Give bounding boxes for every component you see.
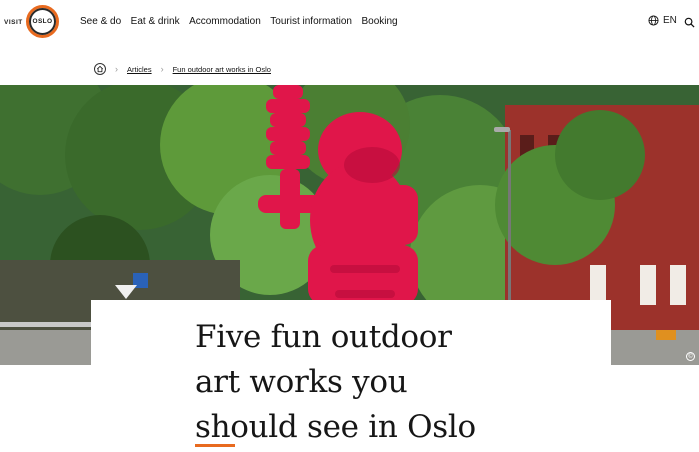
breadcrumb-separator-icon: › bbox=[160, 64, 164, 74]
title-accent-underline bbox=[195, 444, 235, 447]
breadcrumb-separator-icon: › bbox=[115, 64, 118, 74]
article-title-card: Five fun outdoor art works you should se… bbox=[91, 300, 611, 452]
copyright-icon[interactable]: © bbox=[686, 352, 695, 361]
title-line-2: art works you bbox=[195, 364, 408, 400]
home-icon bbox=[96, 65, 104, 73]
title-line-3: should see in Oslo bbox=[195, 409, 476, 445]
breadcrumb-home[interactable] bbox=[94, 63, 106, 75]
nav-accommodation[interactable]: Accommodation bbox=[189, 16, 261, 27]
nav-eat-drink[interactable]: Eat & drink bbox=[131, 16, 180, 27]
nav-tourist-information[interactable]: Tourist information bbox=[270, 16, 352, 27]
visit-oslo-logo[interactable]: VISIT OSLO bbox=[4, 5, 64, 41]
nav-booking[interactable]: Booking bbox=[361, 16, 397, 27]
logo-visit-text: VISIT bbox=[4, 19, 23, 26]
site-header: VISIT OSLO See & do Eat & drink Accommod… bbox=[0, 0, 699, 46]
nav-see-do[interactable]: See & do bbox=[80, 16, 121, 27]
main-nav: See & do Eat & drink Accommodation Touri… bbox=[80, 16, 407, 27]
logo-city-text: OSLO bbox=[29, 8, 56, 35]
breadcrumb-current[interactable]: Fun outdoor art works in Oslo bbox=[173, 65, 271, 74]
search-icon bbox=[684, 17, 695, 28]
article-title: Five fun outdoor art works you should se… bbox=[195, 315, 515, 450]
globe-icon bbox=[648, 15, 659, 26]
language-selector[interactable]: EN bbox=[648, 15, 677, 26]
breadcrumb-articles[interactable]: Articles bbox=[127, 65, 152, 74]
title-line-1: Five fun outdoor bbox=[195, 319, 452, 355]
language-label: EN bbox=[663, 15, 677, 26]
breadcrumb: › Articles › Fun outdoor art works in Os… bbox=[94, 63, 271, 75]
search-button[interactable] bbox=[684, 15, 695, 33]
